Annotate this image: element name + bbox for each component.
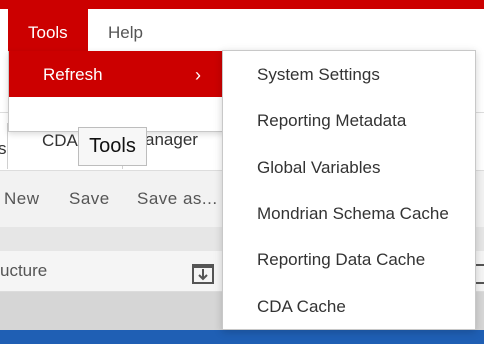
top-accent-bar bbox=[0, 0, 484, 9]
tools-tooltip: Tools bbox=[78, 127, 147, 166]
export-icon[interactable] bbox=[190, 261, 216, 287]
menu-item-reporting-data-cache[interactable]: Reporting Data Cache bbox=[257, 250, 425, 270]
chevron-right-icon: › bbox=[195, 65, 201, 85]
tools-dropdown: Refresh › bbox=[8, 51, 224, 132]
tab-cda[interactable]: CDA bbox=[42, 131, 78, 151]
new-button[interactable]: New bbox=[4, 189, 40, 209]
bottom-status-bar bbox=[0, 330, 484, 344]
menu-bar: Tools Help bbox=[0, 9, 484, 51]
menu-help[interactable]: Help bbox=[88, 9, 163, 51]
menu-item-refresh[interactable]: Refresh › bbox=[9, 51, 223, 97]
menu-item-system-settings[interactable]: System Settings bbox=[257, 65, 380, 85]
save-button[interactable]: Save bbox=[69, 189, 110, 209]
menu-item-global-variables[interactable]: Global Variables bbox=[257, 158, 380, 178]
refresh-label: Refresh bbox=[43, 65, 103, 84]
refresh-submenu: System Settings Reporting Metadata Globa… bbox=[222, 50, 476, 330]
menu-item-cda-cache[interactable]: CDA Cache bbox=[257, 297, 346, 317]
structure-label: ucture bbox=[0, 261, 48, 280]
tab-manager-label[interactable]: anager bbox=[145, 130, 198, 150]
menu-item-mondrian-schema-cache[interactable]: Mondrian Schema Cache bbox=[257, 204, 449, 224]
menu-item-reporting-metadata[interactable]: Reporting Metadata bbox=[257, 111, 406, 131]
menu-tools[interactable]: Tools bbox=[8, 9, 88, 51]
tab-partial-label[interactable]: s bbox=[0, 139, 7, 159]
save-as-button[interactable]: Save as... bbox=[137, 189, 218, 209]
